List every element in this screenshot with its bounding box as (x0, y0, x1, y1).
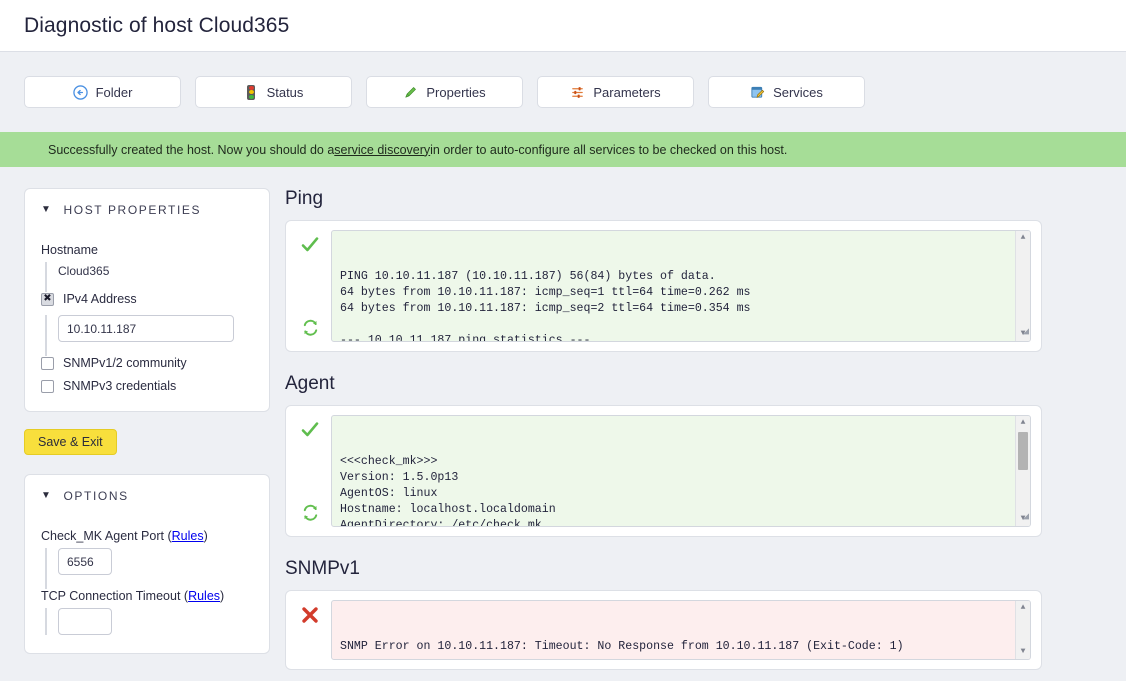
agent-port-input[interactable] (58, 548, 112, 575)
tcp-timeout-label: TCP Connection Timeout (Rules) (41, 589, 253, 603)
ipv4-address-checkbox[interactable]: ✖ (41, 292, 54, 306)
services-edit-icon (750, 85, 765, 100)
toolbar-button-parameters-label: Parameters (593, 84, 661, 100)
tcp-timeout-input[interactable] (58, 608, 112, 635)
tcp-timeout-indent (45, 608, 253, 635)
page-title: Diagnostic of host Cloud365 (24, 13, 290, 37)
toolbar-button-parameters[interactable]: Parameters (537, 76, 694, 108)
ping-output-scrollbar[interactable]: ▲ ▼ (1015, 231, 1030, 341)
snmp-v3-credentials-label: SNMPv3 credentials (63, 379, 177, 393)
snmp-v12-community-label: SNMPv1/2 community (63, 356, 187, 370)
success-message-bar: Successfully created the host. Now you s… (0, 132, 1126, 167)
chevron-down-icon: ▼ (41, 204, 53, 215)
success-message-prefix: Successfully created the host. Now you s… (48, 142, 335, 157)
agent-resize-handle[interactable]: ◢ (1017, 513, 1029, 525)
diagnostic-results: Ping PING 10.10.11.187 (10.10.11.187) 56… (285, 188, 1102, 670)
red-x-icon (300, 605, 320, 625)
sliders-icon (570, 85, 585, 100)
agent-port-rules-link[interactable]: Rules (172, 529, 204, 543)
ipv4-address-label: IPv4 Address (63, 292, 137, 306)
ping-section-title: Ping (285, 188, 324, 209)
agent-output-scrollbar[interactable]: ▲ ▼ (1015, 416, 1030, 526)
ping-output-box[interactable]: PING 10.10.11.187 (10.10.11.187) 56(84) … (331, 230, 1031, 342)
page-header: Diagnostic of host Cloud365 (0, 0, 1126, 52)
ipv4-address-row: ✖ IPv4 Address (41, 292, 253, 306)
pencil-icon (403, 85, 418, 100)
refresh-icon[interactable] (301, 503, 320, 522)
ping-status-column (295, 230, 325, 342)
scroll-up-icon[interactable]: ▲ (1021, 416, 1026, 430)
agent-output-box[interactable]: <<<check_mk>>> Version: 1.5.0p13 AgentOS… (331, 415, 1031, 527)
agent-port-label: Check_MK Agent Port (Rules) (41, 529, 253, 543)
tcp-timeout-rules-link[interactable]: Rules (188, 589, 220, 603)
ipv4-address-input[interactable] (58, 315, 234, 342)
left-sidebar: ▼ HOST PROPERTIES Hostname Cloud365 ✖ IP… (24, 188, 270, 654)
snmp-v12-community-row: SNMPv1/2 community (41, 356, 253, 370)
agent-port-label-end: ) (203, 529, 208, 543)
tcp-timeout-label-end: ) (220, 589, 225, 603)
scroll-up-icon[interactable]: ▲ (1021, 601, 1026, 615)
hostname-indent: Cloud365 (45, 262, 253, 292)
ping-output-card: PING 10.10.11.187 (10.10.11.187) 56(84) … (285, 220, 1042, 352)
snmpv1-output-box[interactable]: SNMP Error on 10.10.11.187: Timeout: No … (331, 600, 1031, 660)
agent-status-column (295, 415, 325, 527)
snmpv1-output-card: SNMP Error on 10.10.11.187: Timeout: No … (285, 590, 1042, 670)
toolbar-button-folder-label: Folder (95, 84, 133, 100)
toolbar-button-properties[interactable]: Properties (366, 76, 523, 108)
refresh-icon[interactable] (301, 318, 320, 337)
service-discovery-link[interactable]: service discovery (334, 143, 430, 157)
options-card: ▼ OPTIONS Check_MK Agent Port (Rules) TC… (24, 474, 270, 654)
agent-port-label-text: Check_MK Agent Port ( (41, 529, 172, 543)
snmpv1-output-scrollbar[interactable]: ▲ ▼ (1015, 601, 1030, 659)
snmpv1-section-title: SNMPv1 (285, 558, 360, 579)
green-check-icon (300, 235, 320, 255)
hostname-value: Cloud365 (58, 264, 110, 278)
host-properties-header[interactable]: ▼ HOST PROPERTIES (41, 203, 253, 217)
ping-resize-handle[interactable]: ◢ (1017, 328, 1029, 340)
traffic-light-icon (244, 84, 259, 100)
ipv4-indent (45, 315, 253, 356)
toolbar: Folder Status Properties Parameters Serv… (0, 52, 1126, 108)
agent-port-indent (45, 548, 253, 589)
options-header[interactable]: ▼ OPTIONS (41, 489, 253, 503)
toolbar-button-services-label: Services (773, 84, 823, 100)
success-message-suffix: in order to auto-configure all services … (430, 142, 788, 157)
agent-output-text: <<<check_mk>>> Version: 1.5.0p13 AgentOS… (340, 455, 556, 527)
ping-output-text: PING 10.10.11.187 (10.10.11.187) 56(84) … (340, 270, 751, 342)
agent-section-title: Agent (285, 373, 335, 394)
scrollbar-thumb[interactable] (1018, 432, 1028, 470)
snmpv1-output-text: SNMP Error on 10.10.11.187: Timeout: No … (340, 640, 904, 653)
scroll-up-icon[interactable]: ▲ (1021, 231, 1026, 245)
back-circle-icon (72, 84, 88, 100)
snmp-v3-credentials-checkbox[interactable] (41, 379, 54, 393)
toolbar-button-services[interactable]: Services (708, 76, 865, 108)
snmp-v3-credentials-row: SNMPv3 credentials (41, 379, 253, 393)
snmp-v12-community-checkbox[interactable] (41, 356, 54, 370)
hostname-label: Hostname (41, 243, 98, 257)
save-and-exit-button[interactable]: Save & Exit (24, 429, 117, 455)
agent-output-card: <<<check_mk>>> Version: 1.5.0p13 AgentOS… (285, 405, 1042, 537)
green-check-icon (300, 420, 320, 440)
options-title: OPTIONS (63, 489, 129, 503)
toolbar-button-properties-label: Properties (426, 84, 486, 100)
host-properties-card: ▼ HOST PROPERTIES Hostname Cloud365 ✖ IP… (24, 188, 270, 412)
tcp-timeout-label-text: TCP Connection Timeout ( (41, 589, 189, 603)
snmpv1-status-column (295, 600, 325, 660)
host-properties-title: HOST PROPERTIES (63, 203, 202, 217)
toolbar-button-status[interactable]: Status (195, 76, 352, 108)
content-area: ▼ HOST PROPERTIES Hostname Cloud365 ✖ IP… (0, 167, 1126, 670)
toolbar-button-status-label: Status (266, 84, 304, 100)
scroll-down-icon[interactable]: ▼ (1021, 645, 1026, 659)
toolbar-button-folder[interactable]: Folder (24, 76, 181, 108)
chevron-down-icon: ▼ (41, 490, 53, 501)
